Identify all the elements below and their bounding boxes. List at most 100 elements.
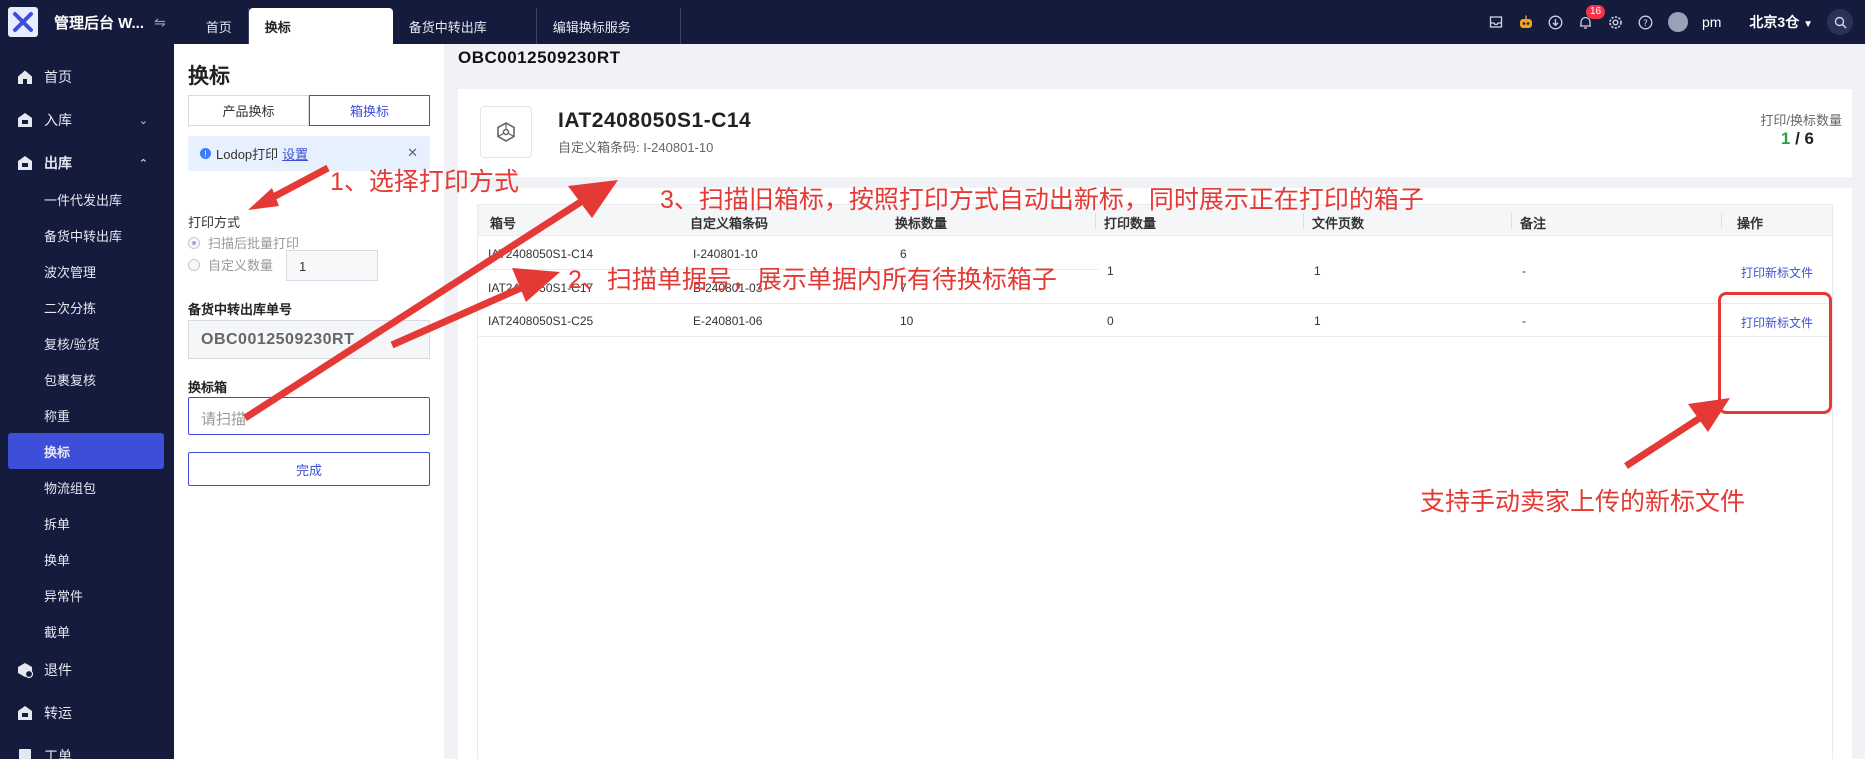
gear-icon[interactable]	[1608, 14, 1624, 30]
sidebar-item-label: 首页	[44, 69, 72, 85]
radio-batch-print[interactable]: 扫描后批量打印	[188, 233, 299, 252]
cell-relabel-qty: 10	[900, 314, 914, 328]
row-divider	[478, 336, 1834, 337]
app-logo[interactable]	[8, 7, 38, 37]
bell-icon[interactable]: 16	[1578, 5, 1606, 30]
print-method-label: 打印方式	[188, 215, 241, 230]
sidebar-item-returns[interactable]: 退件	[0, 652, 174, 688]
transship-icon	[16, 704, 34, 722]
tab-product-relabel[interactable]: 产品换标	[188, 95, 309, 126]
radio-custom-quantity[interactable]: 自定义数量	[188, 255, 273, 274]
cell-remark: -	[1522, 314, 1526, 328]
column-divider	[1721, 213, 1722, 228]
print-new-label-link[interactable]: 打印新标文件	[1741, 264, 1813, 281]
sidebar-item-label: 退件	[44, 662, 72, 678]
sidebar-sub-review-inspection[interactable]: 复核/验货	[0, 325, 174, 361]
tab-relabel[interactable]: 换标	[248, 8, 393, 44]
robot-icon[interactable]	[1518, 14, 1534, 30]
order-title: OBC0012509230RT	[458, 48, 621, 67]
app-title: 管理后台 W...	[54, 14, 145, 32]
panel-title: 换标	[188, 65, 230, 88]
cell-print-qty: 1	[1107, 264, 1114, 278]
done-button[interactable]: 完成	[188, 452, 430, 486]
annotation-step3: 3、扫描旧箱标，按照打印方式自动出新标，同时展示正在打印的箱子	[660, 186, 1424, 214]
notice-text: Lodop打印	[216, 147, 279, 162]
settings-link[interactable]: 设置	[282, 144, 308, 163]
sidebar-item-outbound[interactable]: 出库 ⌃	[0, 145, 174, 181]
avatar[interactable]	[1667, 12, 1688, 32]
highlight-frame	[1718, 292, 1832, 414]
radio-button[interactable]	[188, 236, 200, 249]
col-header-box: 箱号	[490, 216, 517, 231]
tab-transfer-outbound[interactable]: 备货中转出库	[393, 8, 537, 44]
annotation-note: 支持手动卖家上传的新标文件	[1420, 488, 1746, 516]
order-number-label: 备货中转出库单号	[188, 302, 293, 317]
chevron-up-icon: ⌃	[138, 157, 148, 170]
sidebar-sub-dropship-outbound[interactable]: 一件代发出库	[0, 181, 174, 217]
sidebar-item-home[interactable]: 首页	[0, 59, 174, 95]
count-label: 打印/换标数量	[1760, 113, 1842, 128]
ticket-icon	[16, 747, 34, 759]
inbound-icon	[16, 111, 34, 129]
tab-bar: 首页 换标 备货中转出库 编辑换标服务	[190, 0, 681, 44]
col-header-remark: 备注	[1520, 216, 1547, 231]
tab-box-relabel[interactable]: 箱换标	[309, 95, 430, 126]
cell-file-pages: 1	[1314, 314, 1321, 328]
order-number-input[interactable]: OBC0012509230RT	[188, 320, 430, 359]
sidebar-sub-transfer-outbound[interactable]: 备货中转出库	[0, 217, 174, 253]
sidebar-item-label: 工单	[44, 748, 72, 759]
sidebar-sub-wave-management[interactable]: 波次管理	[0, 253, 174, 289]
chevron-down-icon: ⌄	[138, 114, 148, 127]
sidebar-item-transship[interactable]: 转运	[0, 695, 174, 731]
print-count: 1 / 6	[1781, 129, 1814, 149]
sidebar-sub-exception[interactable]: 异常件	[0, 577, 174, 613]
sidebar-sub-weighing[interactable]: 称重	[0, 397, 174, 433]
box-icon	[480, 106, 532, 158]
radio-button[interactable]	[188, 258, 200, 271]
cell-custom-barcode: I-240801-10	[693, 247, 758, 261]
scan-box-label: 换标箱	[188, 380, 228, 395]
col-header-action: 操作	[1737, 216, 1764, 231]
box-code: IAT2408050S1-C14	[558, 109, 752, 132]
tab-home[interactable]: 首页	[190, 8, 249, 44]
sidebar-item-label: 入库	[44, 112, 72, 128]
annotation-step1: 1、选择打印方式	[330, 168, 519, 196]
outbound-icon	[16, 154, 34, 172]
warehouse-selector[interactable]: 北京3仓 ▼	[1749, 12, 1813, 32]
help-icon[interactable]: ?	[1638, 14, 1654, 30]
sidebar-sub-split-order[interactable]: 拆单	[0, 505, 174, 541]
current-box-card: IAT2408050S1-C14 自定义箱条码: I-240801-10 打印/…	[458, 89, 1852, 177]
home-icon	[16, 68, 34, 86]
download-icon[interactable]	[1548, 14, 1564, 30]
custom-quantity-input[interactable]: 1	[286, 250, 378, 281]
sidebar-item-inbound[interactable]: 入库 ⌄	[0, 102, 174, 138]
custom-box-barcode: 自定义箱条码: I-240801-10	[558, 140, 714, 155]
scan-box-input[interactable]: 请扫描	[188, 397, 430, 435]
sidebar-sub-secondary-sorting[interactable]: 二次分拣	[0, 289, 174, 325]
close-icon[interactable]: ✕	[407, 145, 418, 161]
tab-edit-relabel-service[interactable]: 编辑换标服务	[537, 8, 681, 44]
relabel-type-switch: 产品换标 箱换标	[188, 95, 430, 126]
sidebar-sub-relabel[interactable]: 换标	[8, 433, 164, 469]
sidebar-sub-intercept[interactable]: 截单	[0, 613, 174, 649]
sidebar-sub-package-review[interactable]: 包裹复核	[0, 361, 174, 397]
column-divider	[1511, 213, 1512, 228]
caret-down-icon: ▼	[1803, 19, 1813, 30]
cell-box: IAT2408050S1-C25	[488, 314, 594, 328]
top-bar: 管理后台 W... ⇋ 首页 换标 备货中转出库 编辑换标服务 16 ? pm …	[0, 0, 1865, 44]
search-icon[interactable]	[1827, 9, 1853, 35]
cell-print-qty: 0	[1107, 314, 1114, 328]
count-total: / 6	[1795, 129, 1814, 148]
sidebar-item-tickets[interactable]: 工单	[0, 738, 174, 759]
cell-file-pages: 1	[1314, 264, 1321, 278]
relabel-panel: 换标 产品换标 箱换标 ! Lodop打印 设置 ✕ 打印方式 扫描后批量打印 …	[174, 44, 444, 759]
sidebar-sub-change-order[interactable]: 换单	[0, 541, 174, 577]
svg-text:?: ?	[1644, 19, 1649, 29]
switch-icon[interactable]: ⇋	[154, 14, 166, 31]
inbox-icon[interactable]	[1488, 14, 1504, 30]
user-name[interactable]: pm	[1702, 14, 1721, 30]
row-divider	[478, 303, 1834, 304]
sidebar-sub-logistics-packing[interactable]: 物流组包	[0, 469, 174, 505]
returns-icon	[16, 661, 34, 679]
annotation-step2: 2、扫描单据号，展示单据内所有待换标箱子	[568, 266, 1057, 294]
